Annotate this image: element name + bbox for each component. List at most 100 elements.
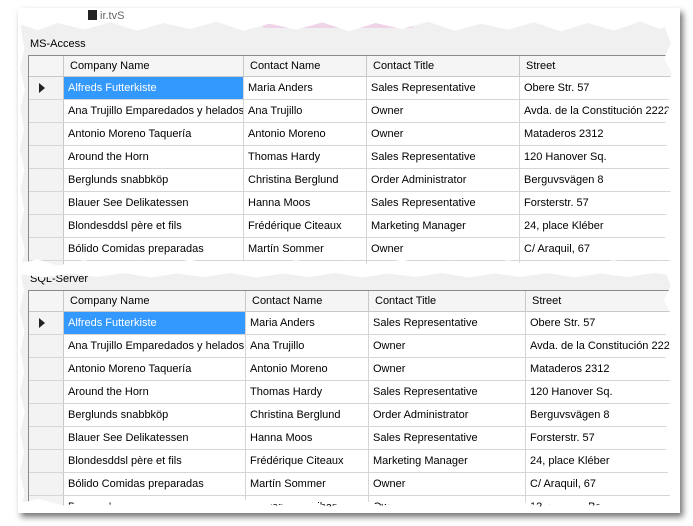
table-row[interactable]: Blondesddsl père et fils Frédérique Citea… bbox=[29, 215, 680, 238]
row-header[interactable] bbox=[29, 335, 64, 357]
row-header[interactable] bbox=[29, 450, 64, 472]
contact-title-cell[interactable]: Sales Representative bbox=[367, 192, 520, 214]
column-header-company-name[interactable]: Company Name bbox=[64, 291, 246, 311]
contact-name-cell[interactable]: Thomas Hardy bbox=[244, 146, 367, 168]
contact-name-cell[interactable]: Ana Trujillo bbox=[246, 335, 369, 357]
row-header[interactable] bbox=[29, 169, 64, 191]
contact-name-cell[interactable]: Martín Sommer bbox=[244, 238, 367, 260]
company-name-cell[interactable]: Blondesddsl père et fils bbox=[64, 450, 246, 472]
company-name-cell[interactable]: Around the Horn bbox=[64, 146, 244, 168]
table-row[interactable]: Alfreds Futterkiste Maria Anders Sales Rep… bbox=[29, 77, 680, 100]
company-name-cell[interactable]: Alfreds Futterkiste bbox=[64, 77, 244, 99]
contact-name-cell[interactable]: Maria Anders bbox=[246, 312, 369, 334]
company-name-cell[interactable]: Blondesddsl père et fils bbox=[64, 215, 244, 237]
street-cell[interactable]: 24, place Kléber bbox=[526, 450, 680, 472]
header-corner[interactable] bbox=[29, 56, 64, 76]
row-header[interactable] bbox=[29, 404, 64, 426]
company-name-cell[interactable]: Berglunds snabbköp bbox=[64, 169, 244, 191]
contact-name-cell[interactable]: Frédérique Citeaux bbox=[246, 450, 369, 472]
table-row[interactable]: Berglunds snabbköp Christina Berglund Orde… bbox=[29, 169, 680, 192]
company-name-cell[interactable]: Alfreds Futterkiste bbox=[64, 312, 246, 334]
company-name-cell[interactable]: Antonio Moreno Taquería bbox=[64, 358, 246, 380]
company-name-cell[interactable]: Around the Horn bbox=[64, 381, 246, 403]
table-row[interactable]: Bólido Comidas preparadas Martín Sommer Ow… bbox=[29, 238, 680, 261]
row-header[interactable] bbox=[29, 123, 64, 145]
row-header[interactable] bbox=[29, 215, 64, 237]
table-row[interactable]: Blauer See Delikatessen Hanna Moos Sales R… bbox=[29, 192, 680, 215]
current-row-indicator[interactable] bbox=[29, 312, 64, 334]
contact-title-cell[interactable]: Owner bbox=[367, 238, 520, 260]
contact-name-cell[interactable]: Hanna Moos bbox=[244, 192, 367, 214]
contact-name-cell[interactable]: Antonio Moreno bbox=[246, 358, 369, 380]
contact-title-cell[interactable]: Sales Representative bbox=[369, 312, 526, 334]
street-cell[interactable]: Forsterstr. 57 bbox=[526, 427, 680, 449]
header-corner[interactable] bbox=[29, 291, 64, 311]
column-header-company-name[interactable]: Company Name bbox=[64, 56, 244, 76]
contact-title-cell[interactable]: Marketing Manager bbox=[367, 215, 520, 237]
company-name-cell[interactable]: Antonio Moreno Taquería bbox=[64, 123, 244, 145]
row-header[interactable] bbox=[29, 381, 64, 403]
row-header[interactable] bbox=[29, 473, 64, 495]
company-name-cell[interactable]: Bólido Comidas preparadas bbox=[64, 238, 244, 260]
row-header[interactable] bbox=[29, 100, 64, 122]
table-row[interactable]: Around the Horn Thomas Hardy Sales Represe… bbox=[29, 381, 680, 404]
sqlserver-grid[interactable]: Company Name Contact Name Contact Title … bbox=[28, 290, 680, 513]
row-header[interactable] bbox=[29, 238, 64, 260]
street-cell[interactable]: Forsterstr. 57 bbox=[520, 192, 680, 214]
street-cell[interactable]: Avda. de la Constitución 2222 bbox=[526, 335, 680, 357]
column-header-contact-name[interactable]: Contact Name bbox=[246, 291, 369, 311]
street-cell[interactable]: Berguvsvägen 8 bbox=[520, 169, 680, 191]
contact-name-cell[interactable]: Frédérique Citeaux bbox=[244, 215, 367, 237]
row-header[interactable] bbox=[29, 192, 64, 214]
table-row[interactable]: Around the Horn Thomas Hardy Sales Represe… bbox=[29, 146, 680, 169]
contact-title-cell[interactable]: Sales Representative bbox=[369, 381, 526, 403]
column-header-street[interactable]: Street bbox=[526, 291, 680, 311]
contact-title-cell[interactable]: Owner bbox=[369, 473, 526, 495]
street-cell[interactable]: Berguvsvägen 8 bbox=[526, 404, 680, 426]
row-header[interactable] bbox=[29, 146, 64, 168]
street-cell[interactable]: Obere Str. 57 bbox=[520, 77, 680, 99]
street-cell[interactable]: 120 Hanover Sq. bbox=[520, 146, 680, 168]
contact-title-cell[interactable]: Owner bbox=[367, 100, 520, 122]
company-name-cell[interactable]: Bólido Comidas preparadas bbox=[64, 473, 246, 495]
street-cell[interactable]: Mataderos 2312 bbox=[520, 123, 680, 145]
contact-name-cell[interactable]: Christina Berglund bbox=[246, 404, 369, 426]
table-row[interactable]: Antonio Moreno Taquería Antonio Moreno Own… bbox=[29, 123, 680, 146]
company-name-cell[interactable]: Blauer See Delikatessen bbox=[64, 192, 244, 214]
contact-title-cell[interactable]: Sales Representative bbox=[369, 427, 526, 449]
table-row[interactable]: Ana Trujillo Emparedados y helados Ana Tr… bbox=[29, 335, 680, 358]
table-row[interactable]: Alfreds Futterkiste Maria Anders Sales Rep… bbox=[29, 312, 680, 335]
contact-title-cell[interactable]: Sales Representative bbox=[367, 146, 520, 168]
row-header[interactable] bbox=[29, 427, 64, 449]
contact-title-cell[interactable]: Owner bbox=[367, 123, 520, 145]
street-cell[interactable]: Obere Str. 57 bbox=[526, 312, 680, 334]
contact-name-cell[interactable]: Antonio Moreno bbox=[244, 123, 367, 145]
company-name-cell[interactable]: Ana Trujillo Emparedados y helados bbox=[64, 100, 244, 122]
street-cell[interactable]: 120 Hanover Sq. bbox=[526, 381, 680, 403]
table-row[interactable]: Bólido Comidas preparadas Martín Sommer Ow… bbox=[29, 473, 680, 496]
msaccess-grid[interactable]: Company Name Contact Name Contact Title … bbox=[28, 55, 680, 270]
table-row[interactable]: Blauer See Delikatessen Hanna Moos Sales R… bbox=[29, 427, 680, 450]
contact-title-cell[interactable]: Owner bbox=[369, 335, 526, 357]
street-cell[interactable]: C/ Araquil, 67 bbox=[526, 473, 680, 495]
column-header-contact-title[interactable]: Contact Title bbox=[369, 291, 526, 311]
table-row[interactable]: Berglunds snabbköp Christina Berglund Orde… bbox=[29, 404, 680, 427]
table-row[interactable]: Blondesddsl père et fils Frédérique Citea… bbox=[29, 450, 680, 473]
contact-title-cell[interactable]: Marketing Manager bbox=[369, 450, 526, 472]
table-row[interactable]: Antonio Moreno Taquería Antonio Moreno Own… bbox=[29, 358, 680, 381]
street-cell[interactable]: Mataderos 2312 bbox=[526, 358, 680, 380]
street-cell[interactable]: C/ Araquil, 67 bbox=[520, 238, 680, 260]
street-cell[interactable]: 24, place Kléber bbox=[520, 215, 680, 237]
contact-title-cell[interactable]: Owner bbox=[369, 358, 526, 380]
contact-name-cell[interactable]: Ana Trujillo bbox=[244, 100, 367, 122]
contact-title-cell[interactable]: Sales Representative bbox=[367, 77, 520, 99]
table-row[interactable]: Ana Trujillo Emparedados y helados Ana Tr… bbox=[29, 100, 680, 123]
contact-name-cell[interactable]: Thomas Hardy bbox=[246, 381, 369, 403]
current-row-indicator[interactable] bbox=[29, 77, 64, 99]
company-name-cell[interactable]: Berglunds snabbköp bbox=[64, 404, 246, 426]
contact-title-cell[interactable]: Order Administrator bbox=[367, 169, 520, 191]
street-cell[interactable]: Avda. de la Constitución 2222 bbox=[520, 100, 680, 122]
contact-name-cell[interactable]: Christina Berglund bbox=[244, 169, 367, 191]
contact-name-cell[interactable]: Maria Anders bbox=[244, 77, 367, 99]
company-name-cell[interactable]: Ana Trujillo Emparedados y helados bbox=[64, 335, 246, 357]
